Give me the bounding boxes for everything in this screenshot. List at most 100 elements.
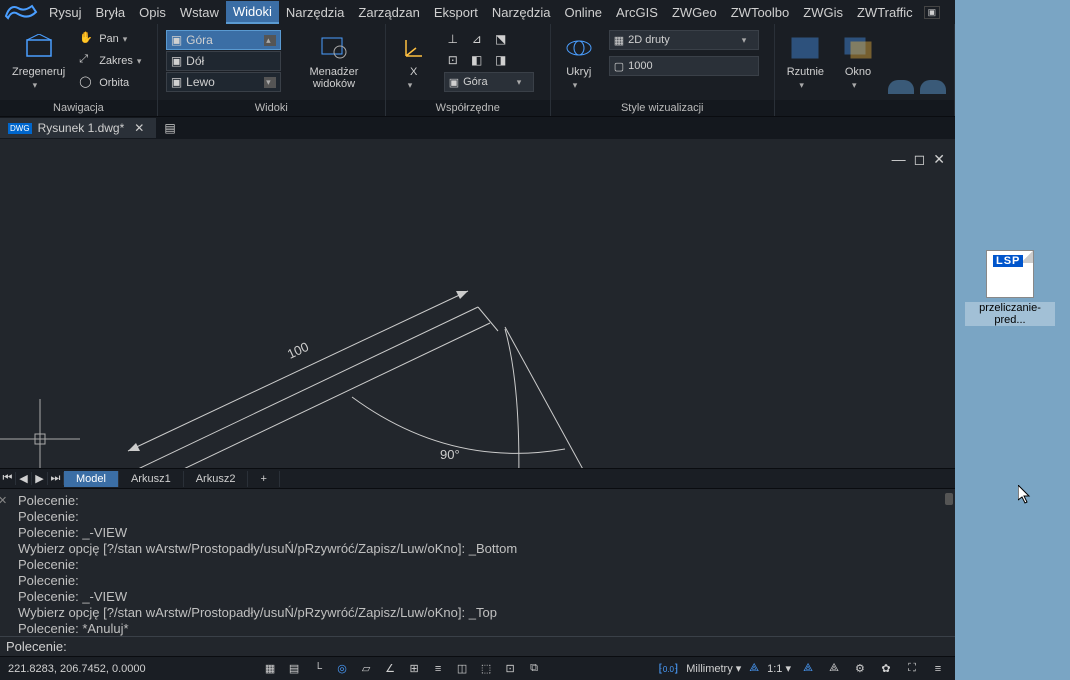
pan-button[interactable]: ✋Pan▾ [79, 30, 149, 48]
status-bar: 221.8283, 206.7452, 0.0000 ▦ ▤ └ ◎ ▱ ∠ ⊞… [0, 656, 955, 680]
view-top[interactable]: ▣Góra▴ [166, 30, 281, 50]
tab-arkusz2[interactable]: Arkusz2 [184, 471, 249, 487]
menu-bryla[interactable]: Bryła [89, 2, 133, 23]
menu-opis[interactable]: Opis [132, 2, 173, 23]
menu-zwtoolbo[interactable]: ZWToolbo [724, 2, 797, 23]
regenerate-button[interactable]: Zregeneruj ▾ [8, 30, 69, 93]
polar-icon[interactable]: ◎ [333, 660, 351, 678]
ribbon-panel-nawigacja: Zregeneruj ▾ ✋Pan▾ ⤢Zakres▾ ◯Orbita Nawi… [0, 24, 158, 116]
cycle-icon[interactable]: ⬚ [477, 660, 495, 678]
command-log: ✕ Polecenie: Polecenie: Polecenie: _-VIE… [0, 488, 955, 636]
snap-icon[interactable]: ▤ [285, 660, 303, 678]
tab-model[interactable]: Model [64, 471, 119, 487]
transp-icon[interactable]: ◫ [453, 660, 471, 678]
menu-zwtraffic[interactable]: ZWTraffic [850, 2, 920, 23]
qprop-icon[interactable]: ⧉ [525, 660, 543, 678]
value-combo[interactable]: ▢1000 [609, 56, 759, 76]
viewport-icon [789, 32, 821, 64]
menu-narzedzia2[interactable]: Narzędzia [485, 2, 558, 23]
desktop-file-icon[interactable]: LSP przeliczanie-pred... [965, 250, 1055, 326]
menu-arcgis[interactable]: ArcGIS [609, 2, 665, 23]
ucs-icon-1[interactable]: ⊥ [444, 30, 462, 48]
fullscreen-icon[interactable]: ⛶ [903, 660, 921, 678]
orbit-button[interactable]: ◯Orbita [79, 74, 149, 92]
cmdlog-close-icon[interactable]: ✕ [0, 493, 7, 509]
file-tab-bar: DWG Rysunek 1.dwg* ✕ ▤ [0, 117, 955, 139]
tab-arkusz1[interactable]: Arkusz1 [119, 471, 184, 487]
tab-nav-next-icon[interactable]: ▶ [32, 472, 48, 485]
maximize-icon[interactable]: ◻ [914, 151, 926, 168]
visual-style-combo[interactable]: ▦2D druty▾ [609, 30, 759, 50]
tab-nav-first-icon[interactable]: ⏮ [0, 472, 16, 485]
cmd-line: Wybierz opcję [?/stan wArstw/Prostopadły… [18, 605, 949, 621]
ucs-icon-2[interactable]: ⊿ [468, 30, 486, 48]
anno-icon[interactable]: ⟁ [799, 660, 817, 678]
mouse-cursor-icon [1018, 485, 1032, 505]
menu-widoki[interactable]: Widoki [226, 1, 279, 24]
window-button[interactable]: Okno ▾ [838, 30, 878, 93]
menu-wstaw[interactable]: Wstaw [173, 2, 226, 23]
dynamic-icon[interactable]: ⊞ [405, 660, 423, 678]
tab-nav-last-icon[interactable]: ⏭ [48, 472, 64, 485]
tab-nav-prev-icon[interactable]: ◀ [16, 472, 32, 485]
menu-icon[interactable]: ≡ [929, 660, 947, 678]
view-bottom[interactable]: ▣Dół [166, 51, 281, 71]
viewport-button[interactable]: Rzutnie ▾ [783, 30, 828, 93]
menu-zwgeo[interactable]: ZWGeo [665, 2, 724, 23]
scrollbar-thumb[interactable] [945, 493, 953, 505]
units-label[interactable]: Millimetry ▾ [686, 662, 741, 675]
close-icon[interactable]: ✕ [933, 151, 945, 168]
hide-button[interactable]: Ukryj ▾ [559, 30, 599, 93]
menu-zarzadzan[interactable]: Zarządzan [351, 2, 426, 23]
menu-eksport[interactable]: Eksport [427, 2, 485, 23]
view-left[interactable]: ▣Lewo▾ [166, 72, 281, 92]
file-tab[interactable]: DWG Rysunek 1.dwg* ✕ [0, 118, 156, 138]
grid-icon[interactable]: ▦ [261, 660, 279, 678]
cmd-line: Polecenie: _-VIEW [18, 525, 949, 541]
gear-icon[interactable]: ✿ [877, 660, 895, 678]
drawing-canvas[interactable]: 100 90° Y X — ◻ ✕ [0, 139, 955, 468]
menu-zwgis[interactable]: ZWGis [796, 2, 850, 23]
circle-btn-1[interactable] [888, 80, 914, 94]
scale-label[interactable]: 1:1 ▾ [767, 662, 791, 675]
ucs-icon [398, 32, 430, 64]
ucs-icon-4[interactable]: ⊡ [444, 51, 462, 69]
anno2-icon[interactable]: ⟁ [825, 660, 843, 678]
units-toggle[interactable]: ⁅0.0⁆ [659, 662, 679, 675]
app-logo-icon [4, 2, 38, 22]
ucs-combo[interactable]: ▣Góra▾ [444, 72, 534, 92]
minimize-icon[interactable]: — [892, 151, 906, 168]
ortho-icon[interactable]: └ [309, 660, 327, 678]
menu-rysuj[interactable]: Rysuj [42, 2, 89, 23]
scale-icon[interactable]: ⟁ [749, 662, 759, 675]
ucs-x-button[interactable]: X ▾ [394, 30, 434, 93]
lwt-icon[interactable]: ≡ [429, 660, 447, 678]
command-input[interactable] [71, 639, 949, 654]
mdi-window-controls: — ◻ ✕ [892, 151, 945, 168]
layout-tab-bar: ⏮ ◀ ▶ ⏭ Model Arkusz1 Arkusz2 + [0, 468, 955, 488]
app-window: Rysuj Bryła Opis Wstaw Widoki Narzędzia … [0, 0, 955, 680]
extents-icon: ⤢ [79, 53, 95, 69]
ws-icon[interactable]: ⚙ [851, 660, 869, 678]
view-manager-button[interactable]: Menadżer widoków [291, 30, 377, 92]
close-tab-icon[interactable]: ✕ [130, 121, 148, 135]
ucs-icon-6[interactable]: ◨ [492, 51, 510, 69]
otrack-icon[interactable]: ∠ [381, 660, 399, 678]
sc-icon[interactable]: ⊡ [501, 660, 519, 678]
menu-narzedzia[interactable]: Narzędzia [279, 2, 352, 23]
menu-online[interactable]: Online [557, 2, 609, 23]
extents-button[interactable]: ⤢Zakres▾ [79, 52, 149, 70]
menu-bar: Rysuj Bryła Opis Wstaw Widoki Narzędzia … [0, 0, 955, 24]
pan-icon: ✋ [79, 31, 95, 47]
menu-overflow-icon[interactable]: ▣ [924, 6, 941, 19]
osnap-icon[interactable]: ▱ [357, 660, 375, 678]
ucs-icon-3[interactable]: ⬔ [492, 30, 510, 48]
cmd-line: Polecenie: _-VIEW [18, 589, 949, 605]
cube-bottom-icon: ▣ [171, 54, 182, 68]
new-tab-button[interactable]: ▤ [156, 121, 183, 135]
command-input-row: Polecenie: [0, 636, 955, 656]
tab-add[interactable]: + [248, 471, 279, 487]
circle-btn-2[interactable] [920, 80, 946, 94]
ucs-icon-5[interactable]: ◧ [468, 51, 486, 69]
box-icon: ▢ [614, 60, 624, 73]
